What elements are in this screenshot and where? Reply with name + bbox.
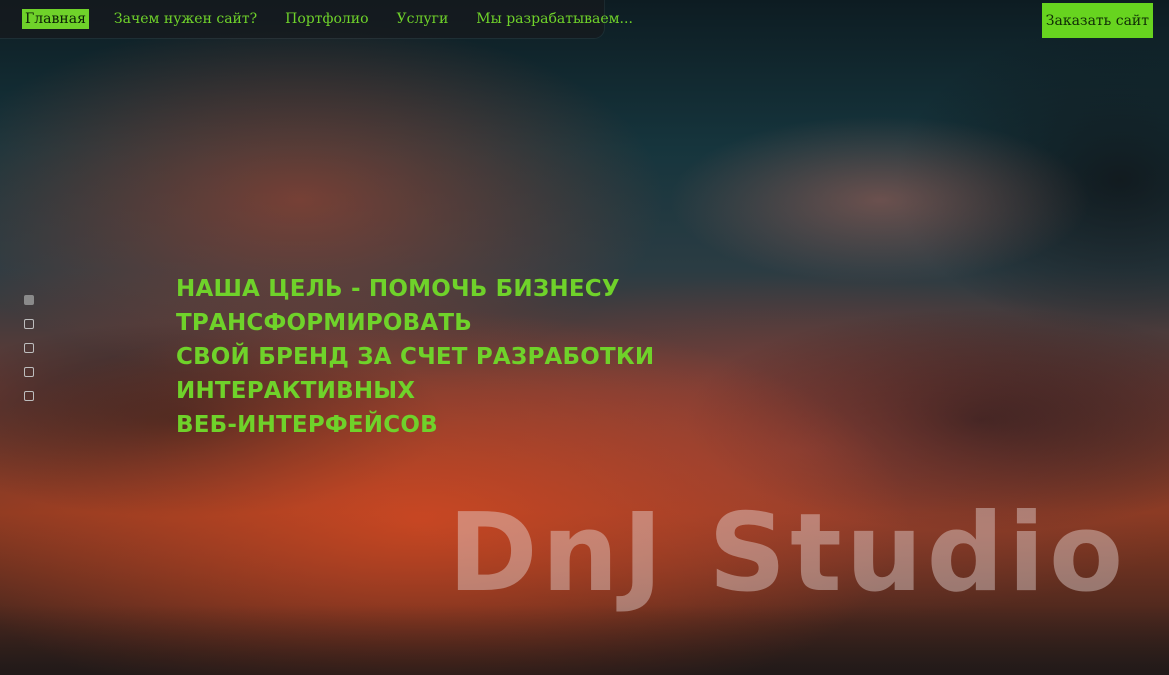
brand-logo-text: DnJ Studio [448,491,1128,616]
nav-item-services[interactable]: Услуги [394,9,452,29]
slide-dot-2[interactable] [24,319,34,329]
hero-line-3: веб-интерфейсов [176,412,438,438]
slide-dot-3[interactable] [24,343,34,353]
slide-indicator [24,295,34,415]
hero-line-1: Наша цель - помочь бизнесу трансформиров… [176,276,620,336]
hero-line-2: свой бренд за счет разработки интерактив… [176,344,655,404]
order-site-button[interactable]: Заказать сайт [1041,3,1153,38]
slide-dot-1[interactable] [24,295,34,305]
nav-item-portfolio[interactable]: Портфолио [282,9,371,29]
top-navigation: Главная Зачем нужен сайт? Портфолио Услу… [0,0,633,38]
nav-item-home[interactable]: Главная [22,9,89,29]
nav-item-why-site[interactable]: Зачем нужен сайт? [111,9,260,29]
slide-dot-4[interactable] [24,367,34,377]
slide-dot-5[interactable] [24,391,34,401]
nav-item-we-develop[interactable]: Мы разрабатываем... [473,9,636,29]
hero-headline: Наша цель - помочь бизнесу трансформиров… [176,272,896,442]
